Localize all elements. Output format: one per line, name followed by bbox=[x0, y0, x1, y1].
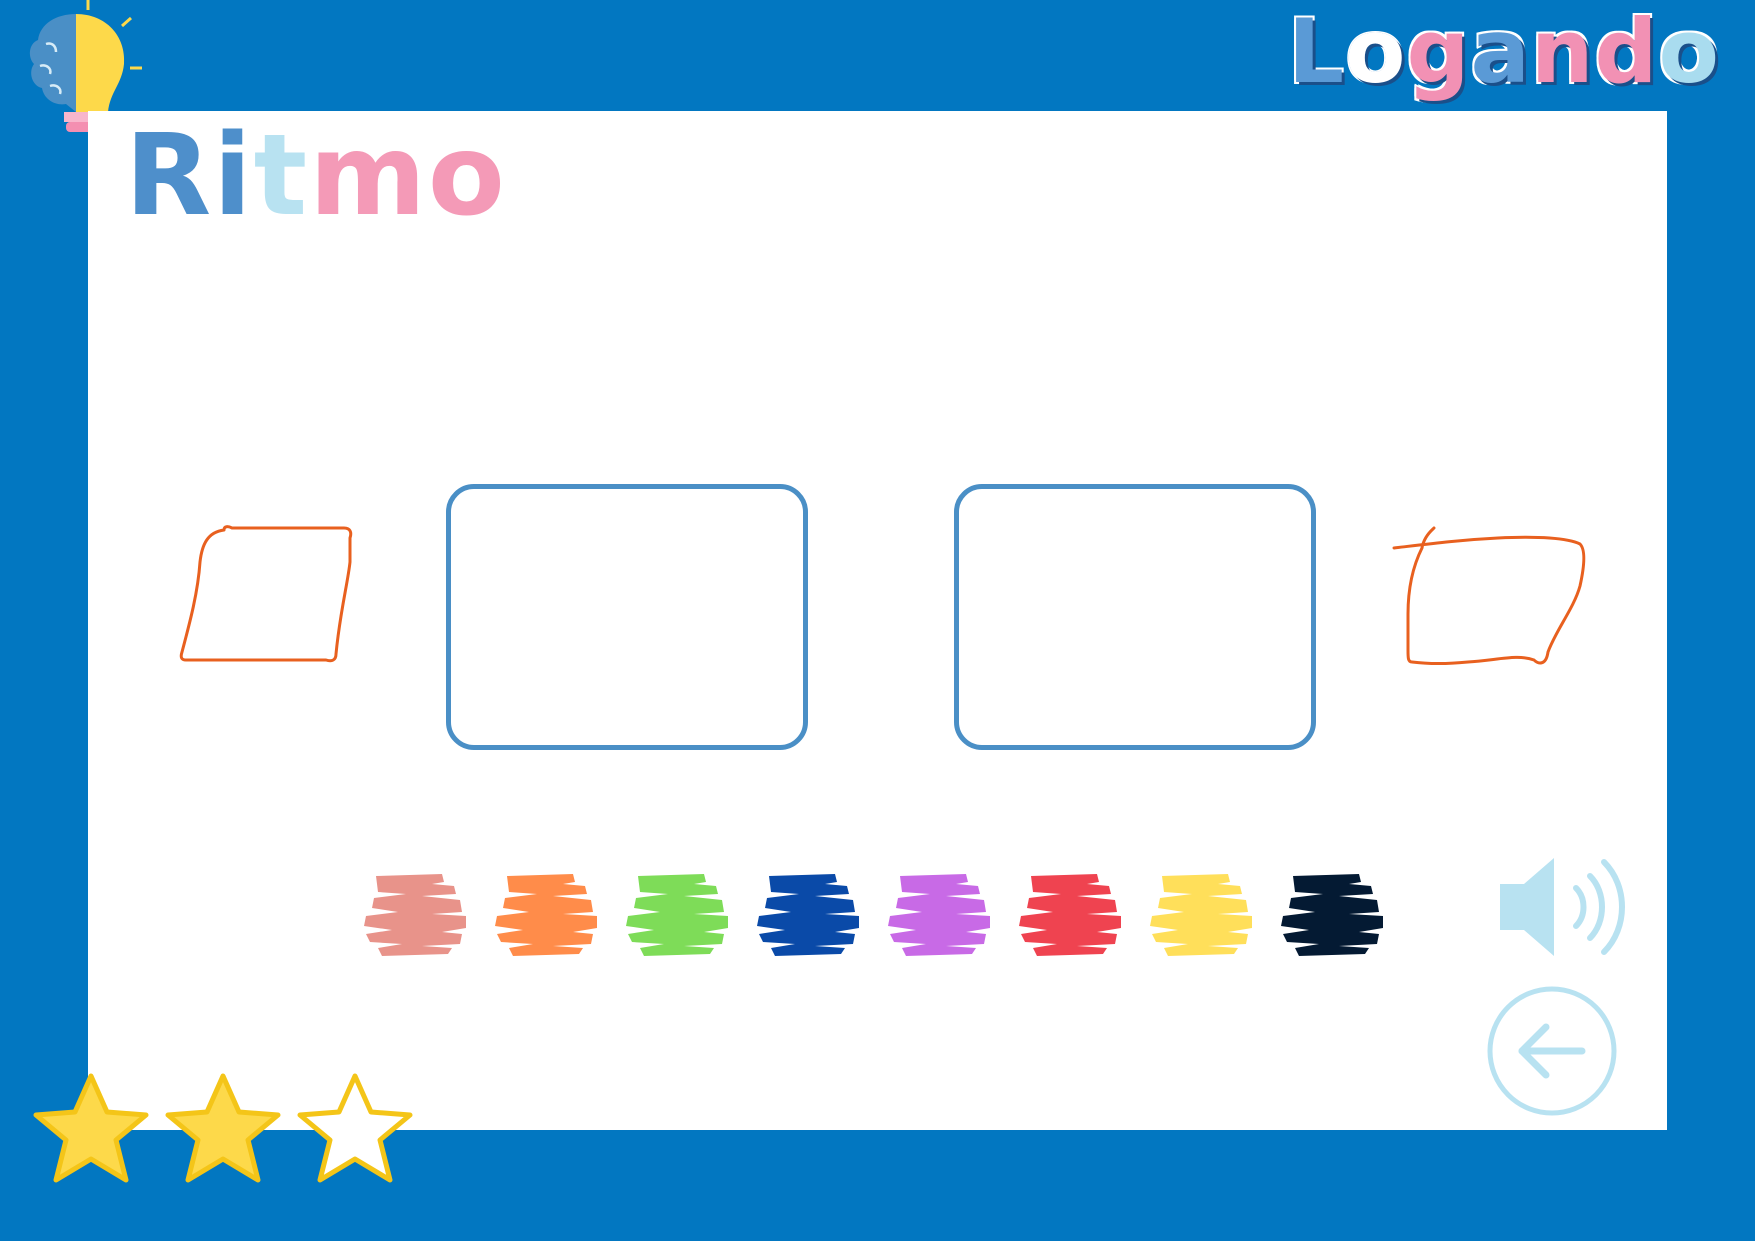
answer-slot-2[interactable] bbox=[954, 484, 1316, 750]
activity-title: Ritmo bbox=[125, 120, 507, 232]
logo-letter: L bbox=[1286, 0, 1346, 103]
star-filled-icon bbox=[33, 1073, 149, 1183]
title-letter: R bbox=[125, 111, 214, 241]
color-swatch-6[interactable] bbox=[1017, 872, 1127, 956]
speaker-icon bbox=[1500, 858, 1625, 956]
color-swatch-1[interactable] bbox=[362, 872, 472, 956]
title-letter: i bbox=[213, 111, 254, 241]
sound-button[interactable] bbox=[1496, 854, 1630, 960]
color-swatch-3[interactable] bbox=[624, 872, 734, 956]
title-letter: o bbox=[427, 111, 507, 241]
color-swatch-2[interactable] bbox=[493, 872, 603, 956]
logo-letter: n bbox=[1529, 0, 1595, 103]
logo-letter: o bbox=[1657, 0, 1720, 103]
logo-letter: g bbox=[1405, 0, 1471, 103]
color-swatch-8[interactable] bbox=[1279, 872, 1389, 956]
back-arrow-icon bbox=[1518, 1023, 1586, 1079]
pattern-shape-right-icon bbox=[1392, 526, 1586, 665]
star-filled-icon bbox=[165, 1073, 281, 1183]
answer-slot-1[interactable] bbox=[446, 484, 808, 750]
title-letter: m bbox=[309, 111, 428, 241]
back-button[interactable] bbox=[1486, 985, 1618, 1117]
pattern-shape-left-icon bbox=[179, 525, 353, 663]
color-swatch-5[interactable] bbox=[886, 872, 996, 956]
logo-letter: a bbox=[1469, 0, 1531, 103]
logo-letter: o bbox=[1344, 0, 1407, 103]
color-swatch-4[interactable] bbox=[755, 872, 865, 956]
logo-letter: d bbox=[1593, 0, 1659, 103]
title-letter: t bbox=[253, 111, 310, 241]
color-swatch-7[interactable] bbox=[1148, 872, 1258, 956]
logando-logo: Logando bbox=[1286, 0, 1720, 103]
star-empty-icon bbox=[297, 1073, 413, 1183]
